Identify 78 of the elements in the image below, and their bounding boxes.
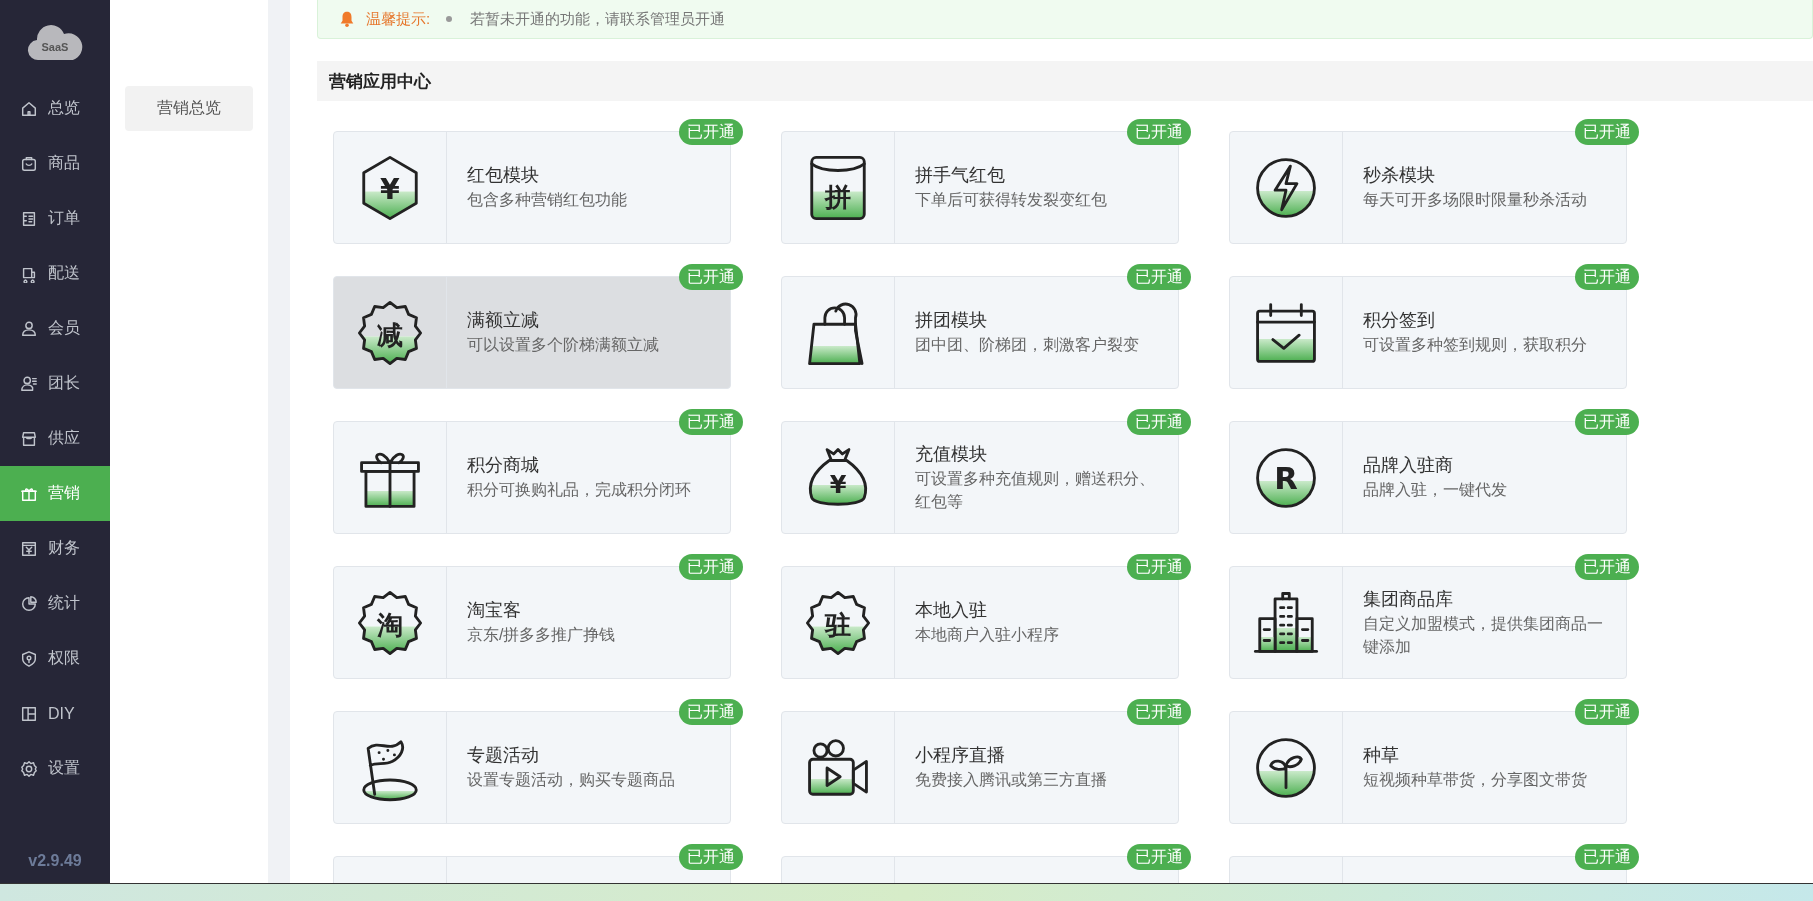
status-badge: 已开通 — [679, 699, 743, 725]
user-list-icon — [20, 374, 38, 393]
status-badge: 已开通 — [679, 119, 743, 145]
status-badge: 已开通 — [679, 554, 743, 580]
version-label: v2.9.49 — [27, 852, 83, 870]
card-title: 红包模块 — [467, 164, 540, 188]
bag-icon — [20, 154, 38, 173]
card-description: 本地商户入驻小程序 — [915, 625, 1059, 646]
yuan-box-icon — [20, 539, 38, 558]
section-title: 营销应用中心 — [329, 70, 431, 93]
card-description: 包含多种营销红包功能 — [467, 190, 627, 211]
sidebar-item[interactable]: 订单 — [0, 191, 110, 246]
status-badge: 已开通 — [679, 844, 743, 870]
card-title: 小程序直播 — [915, 744, 1006, 768]
receipt-icon — [20, 209, 38, 228]
bell-icon — [338, 10, 356, 28]
card-description: 积分可换购礼品，完成积分闭环 — [467, 480, 691, 501]
pie-chart-icon — [20, 594, 38, 613]
user-icon — [20, 319, 38, 338]
card-description: 短视频种草带货，分享图文带货 — [1363, 770, 1587, 791]
sidebar-item[interactable]: 会员 — [0, 301, 110, 356]
card-description: 自定义加盟模式，提供集团商品一键添加 — [1363, 614, 1604, 657]
card-description: 团中团、阶梯团，刺激客户裂变 — [915, 335, 1139, 356]
status-badge: 已开通 — [1127, 264, 1191, 290]
card-title: 淘宝客 — [467, 599, 522, 623]
notice-title: 温馨提示: — [366, 9, 431, 29]
status-badge: 已开通 — [1575, 409, 1639, 435]
status-badge: 已开通 — [1127, 119, 1191, 145]
card-title: 拼团模块 — [915, 309, 988, 333]
card-title: 种草 — [1363, 744, 1400, 768]
status-badge: 已开通 — [1575, 554, 1639, 580]
card-title: 满额立减 — [467, 309, 540, 333]
submenu-button[interactable]: 营销总览 — [125, 86, 253, 131]
card-description: 可设置多种充值规则，赠送积分、红包等 — [915, 469, 1156, 512]
sidebar-item[interactable]: 设置 — [0, 741, 110, 796]
sidebar-item[interactable]: 团长 — [0, 356, 110, 411]
sidebar-item[interactable]: DIY — [0, 686, 110, 741]
status-badge: 已开通 — [679, 409, 743, 435]
bullet-icon — [446, 16, 453, 22]
status-badge: 已开通 — [1127, 554, 1191, 580]
card-title: 充值模块 — [915, 443, 988, 467]
shield-icon — [20, 649, 38, 668]
status-badge: 已开通 — [1575, 119, 1639, 145]
status-badge: 已开通 — [1127, 409, 1191, 435]
sidebar-item[interactable]: 财务 — [0, 521, 110, 576]
status-badge: 已开通 — [679, 264, 743, 290]
card-description: 可以设置多个阶梯满额立减 — [467, 335, 659, 356]
sidebar-item[interactable]: 供应 — [0, 411, 110, 466]
card-title: 拼手气红包 — [915, 164, 1006, 188]
sidebar-item[interactable]: 商品 — [0, 136, 110, 191]
status-badge: 已开通 — [1575, 264, 1639, 290]
card-title: 积分商城 — [467, 454, 540, 478]
card-description: 品牌入驻，一键代发 — [1363, 480, 1507, 501]
notice-text: 若暂未开通的功能，请联系管理员开通 — [470, 9, 726, 29]
status-badge: 已开通 — [1575, 699, 1639, 725]
card-title: 集团商品库 — [1363, 588, 1454, 612]
sidebar-item[interactable]: 统计 — [0, 576, 110, 631]
card-description: 下单后可获得转发裂变红包 — [915, 190, 1107, 211]
card-description: 设置专题活动，购买专题商品 — [467, 770, 675, 791]
card-title: 专题活动 — [467, 744, 540, 768]
layout-icon — [20, 704, 38, 723]
card-title: 品牌入驻商 — [1363, 454, 1454, 478]
store-icon — [20, 429, 38, 448]
status-badge: 已开通 — [1127, 699, 1191, 725]
card-description: 可设置多种签到规则，获取积分 — [1363, 335, 1587, 356]
status-badge: 已开通 — [1127, 844, 1191, 870]
card-title: 秒杀模块 — [1363, 164, 1436, 188]
card-description: 免费接入腾讯或第三方直播 — [915, 770, 1107, 791]
gear-icon — [20, 759, 38, 778]
sidebar-item[interactable]: 总览 — [0, 81, 110, 136]
sidebar-item[interactable]: 配送 — [0, 246, 110, 301]
card-title: 本地入驻 — [915, 599, 988, 623]
sidebar-item[interactable]: 权限 — [0, 631, 110, 686]
home-icon — [20, 99, 38, 118]
card-description: 京东/拼多多推广挣钱 — [467, 625, 616, 646]
card-title: 积分签到 — [1363, 309, 1436, 333]
status-badge: 已开通 — [1575, 844, 1639, 870]
card-description: 每天可开多场限时限量秒杀活动 — [1363, 190, 1587, 211]
